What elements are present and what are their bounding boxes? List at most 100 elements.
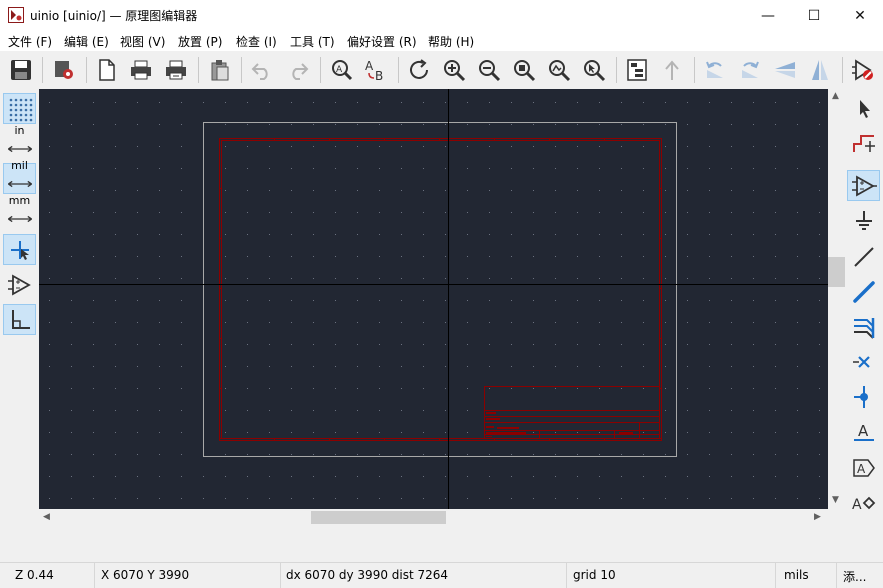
find-icon[interactable]: A — [326, 55, 356, 85]
menu-tools[interactable]: 工具 (T) — [290, 33, 335, 50]
highlight-net-icon[interactable] — [847, 127, 880, 158]
grid-dot — [225, 190, 226, 191]
paste-icon[interactable] — [205, 55, 235, 85]
zoom-fit-icon[interactable] — [509, 55, 539, 85]
add-global-label-icon[interactable]: A — [847, 452, 880, 483]
grid-dot — [181, 278, 182, 279]
grid-dot — [423, 190, 424, 191]
hidden-pins-icon[interactable] — [3, 269, 36, 300]
scroll-left-icon[interactable]: ◀ — [43, 512, 50, 522]
add-wire-icon[interactable] — [847, 241, 880, 272]
grid-dot — [269, 344, 270, 345]
grid-dot — [775, 498, 776, 499]
units-display: mils — [784, 568, 809, 582]
zoom-out-icon[interactable] — [474, 55, 504, 85]
scroll-down-icon[interactable]: ▼ — [832, 495, 839, 505]
menu-file[interactable]: 文件 (F) — [8, 33, 52, 50]
select-tool-icon[interactable] — [847, 92, 880, 123]
menu-help[interactable]: 帮助 (H) — [428, 33, 474, 50]
rotate-cw-icon[interactable] — [735, 55, 765, 85]
zoom-selection-icon[interactable] — [579, 55, 609, 85]
grid-dot — [291, 388, 292, 389]
units-mils-icon[interactable]: mil — [3, 159, 36, 194]
grid-dot — [775, 388, 776, 389]
vertical-scroll-thumb[interactable] — [828, 257, 845, 287]
grid-dot — [335, 124, 336, 125]
menu-edit[interactable]: 编辑 (E) — [64, 33, 109, 50]
add-label-icon[interactable]: A — [847, 416, 880, 447]
save-icon[interactable] — [6, 55, 36, 85]
grid-dot — [379, 168, 380, 169]
undo-icon[interactable] — [247, 55, 277, 85]
no-connect-icon[interactable] — [847, 346, 880, 377]
grid-dot — [797, 498, 798, 499]
rotate-ccw-icon[interactable] — [700, 55, 730, 85]
menu-preferences[interactable]: 偏好设置 (R) — [347, 33, 417, 50]
menu-inspect[interactable]: 检查 (I) — [236, 33, 277, 50]
grid-dot — [137, 344, 138, 345]
add-bus-entry-icon[interactable] — [847, 311, 880, 342]
units-inches-label: in — [14, 124, 25, 137]
add-junction-icon[interactable] — [847, 381, 880, 412]
maximize-button[interactable]: ☐ — [791, 0, 837, 31]
grid-toggle-icon[interactable] — [3, 93, 36, 124]
units-mm-icon[interactable]: mm — [3, 195, 36, 229]
grid-dot — [533, 102, 534, 103]
grid-dot — [71, 102, 72, 103]
schematic-setup-icon[interactable] — [49, 55, 79, 85]
minimize-button[interactable]: — — [745, 0, 791, 31]
grid-dot — [269, 498, 270, 499]
refresh-icon[interactable] — [404, 55, 434, 85]
grid-dot — [467, 212, 468, 213]
leave-sheet-icon[interactable] — [657, 55, 687, 85]
menu-view[interactable]: 视图 (V) — [120, 33, 165, 50]
menu-place[interactable]: 放置 (P) — [178, 33, 222, 50]
units-inches-icon[interactable]: in — [3, 124, 36, 159]
grid-dot — [71, 432, 72, 433]
grid-dot — [225, 322, 226, 323]
add-bus-icon[interactable] — [847, 276, 880, 307]
horizontal-scroll-thumb[interactable] — [311, 511, 446, 524]
grid-dot — [247, 366, 248, 367]
vertical-scrollbar[interactable]: ▲ ▼ — [828, 89, 845, 509]
scroll-up-icon[interactable]: ▲ — [832, 91, 839, 101]
close-button[interactable]: ✕ — [837, 0, 883, 31]
grid-dot — [731, 190, 732, 191]
grid-dot — [555, 300, 556, 301]
add-hierarchical-label-icon[interactable]: A — [847, 487, 880, 518]
redo-icon[interactable] — [283, 55, 313, 85]
grid-dot — [93, 454, 94, 455]
horizontal-scrollbar[interactable]: ◀ ▶ — [39, 509, 828, 526]
line-mode-icon[interactable] — [3, 304, 36, 335]
grid-dot — [357, 410, 358, 411]
add-symbol-icon[interactable] — [847, 170, 880, 201]
plot-icon[interactable] — [161, 55, 191, 85]
grid-dot — [665, 388, 666, 389]
mirror-vertical-icon[interactable] — [770, 55, 800, 85]
zoom-objects-icon[interactable] — [544, 55, 574, 85]
print-icon[interactable] — [126, 55, 156, 85]
add-power-icon[interactable] — [847, 205, 880, 236]
grid-dot — [533, 190, 534, 191]
schematic-canvas[interactable] — [39, 89, 828, 509]
schematic-drawing[interactable] — [39, 89, 828, 509]
grid-dot — [445, 498, 446, 499]
grid-dot — [533, 388, 534, 389]
grid-dot — [335, 300, 336, 301]
grid-dot — [247, 388, 248, 389]
grid-dot — [643, 146, 644, 147]
hierarchy-navigator-icon[interactable] — [622, 55, 652, 85]
full-crosshair-icon[interactable] — [3, 234, 36, 265]
zoom-in-icon[interactable] — [439, 55, 469, 85]
grid-dot — [71, 476, 72, 477]
grid-dot — [819, 124, 820, 125]
grid-dot — [687, 212, 688, 213]
find-replace-icon[interactable]: AB — [361, 55, 391, 85]
scroll-right-icon[interactable]: ▶ — [814, 512, 821, 522]
mirror-horizontal-icon[interactable] — [805, 55, 835, 85]
units-mils-label: mil — [11, 159, 28, 172]
grid-dot — [555, 322, 556, 323]
page-settings-icon[interactable] — [91, 55, 121, 85]
symbol-editor-icon[interactable] — [848, 55, 878, 85]
grid-dot — [93, 432, 94, 433]
